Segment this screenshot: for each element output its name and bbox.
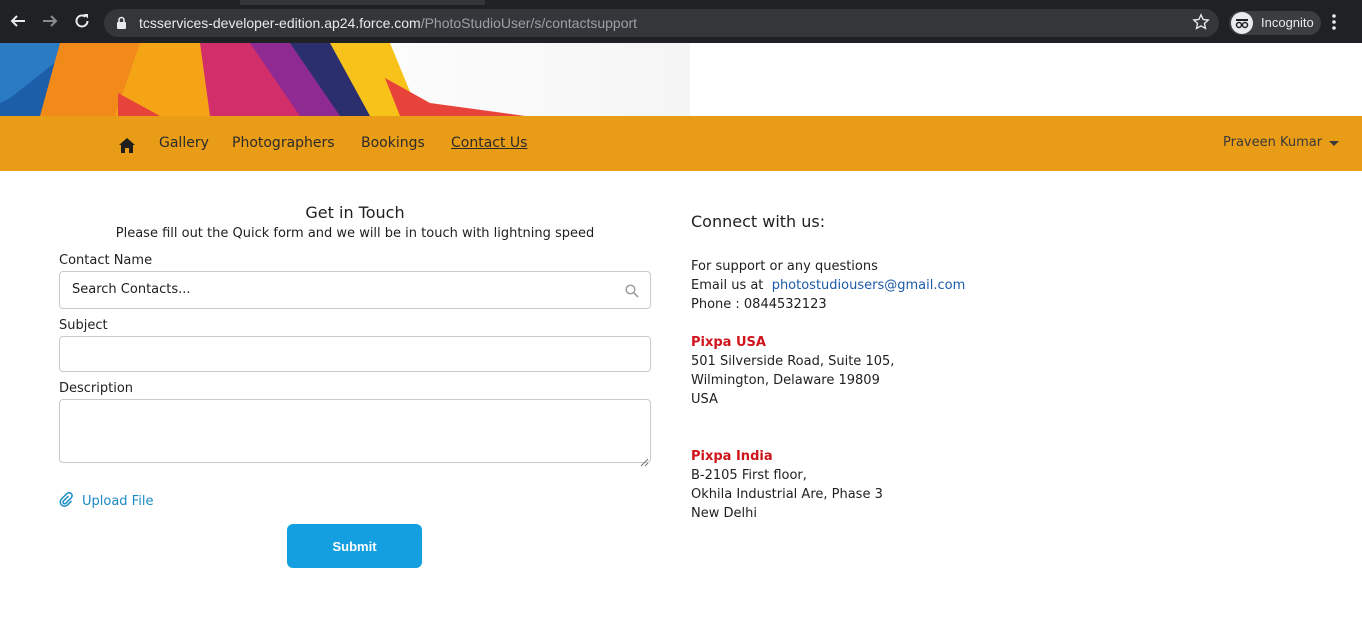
upload-file-label: Upload File	[82, 494, 154, 509]
contact-search-placeholder: Search Contacts...	[72, 282, 191, 297]
header-banner	[0, 43, 1362, 116]
incognito-icon	[1231, 12, 1253, 34]
search-icon	[625, 283, 639, 302]
lock-icon[interactable]	[116, 15, 127, 34]
office-usa-line: 501 Silverside Road, Suite 105,	[691, 354, 895, 369]
office-usa-line: Wilmington, Delaware 19809	[691, 373, 880, 388]
banner-graphic	[0, 43, 690, 116]
tab-strip	[0, 0, 1362, 5]
email-prefix: Email us at	[691, 278, 764, 293]
browser-menu-icon[interactable]	[1332, 13, 1336, 35]
url-path: /PhotoStudioUser/s/contactsupport	[420, 15, 638, 31]
email-line: Email us at photostudiousers@gmail.com	[691, 278, 965, 293]
office-usa-line: USA	[691, 392, 718, 407]
back-icon[interactable]	[7, 10, 29, 32]
nav-photographers[interactable]: Photographers	[232, 135, 335, 151]
connect-title: Connect with us:	[691, 212, 826, 231]
incognito-label: Incognito	[1261, 15, 1314, 30]
nav-contact-us[interactable]: Contact Us	[451, 135, 527, 151]
nav-gallery[interactable]: Gallery	[159, 135, 209, 151]
home-icon[interactable]	[119, 138, 135, 157]
office-usa-title: Pixpa USA	[691, 335, 766, 350]
nav-bookings[interactable]: Bookings	[361, 135, 425, 151]
resize-handle-icon[interactable]	[640, 452, 649, 471]
url-text[interactable]: tcsservices-developer-edition.ap24.force…	[139, 14, 637, 32]
office-india-line: New Delhi	[691, 506, 757, 521]
support-line: For support or any questions	[691, 259, 878, 274]
url-host: tcsservices-developer-edition.ap24.force…	[139, 15, 421, 31]
form-title: Get in Touch	[305, 203, 405, 222]
chevron-down-icon[interactable]	[1329, 141, 1339, 146]
office-india-title: Pixpa India	[691, 449, 773, 464]
form-subtitle: Please fill out the Quick form and we wi…	[115, 226, 595, 241]
office-india-line: Okhila Industrial Are, Phase 3	[691, 487, 883, 502]
contact-name-label: Contact Name	[59, 253, 153, 268]
bookmark-star-icon[interactable]	[1192, 13, 1210, 35]
email-link[interactable]: photostudiousers@gmail.com	[772, 278, 966, 293]
phone-line: Phone : 0844532123	[691, 297, 827, 312]
office-india-line: B-2105 First floor,	[691, 468, 807, 483]
forward-icon[interactable]	[39, 10, 61, 32]
active-tab[interactable]	[240, 0, 485, 5]
paperclip-icon	[59, 491, 74, 511]
subject-label: Subject	[59, 318, 108, 333]
user-menu[interactable]: Praveen Kumar	[1223, 135, 1322, 150]
subject-input[interactable]	[59, 336, 651, 372]
description-label: Description	[59, 381, 134, 396]
submit-button[interactable]: Submit	[287, 524, 422, 568]
upload-file-link[interactable]: Upload File	[59, 491, 154, 511]
reload-icon[interactable]	[71, 10, 93, 32]
description-textarea[interactable]	[59, 399, 651, 463]
